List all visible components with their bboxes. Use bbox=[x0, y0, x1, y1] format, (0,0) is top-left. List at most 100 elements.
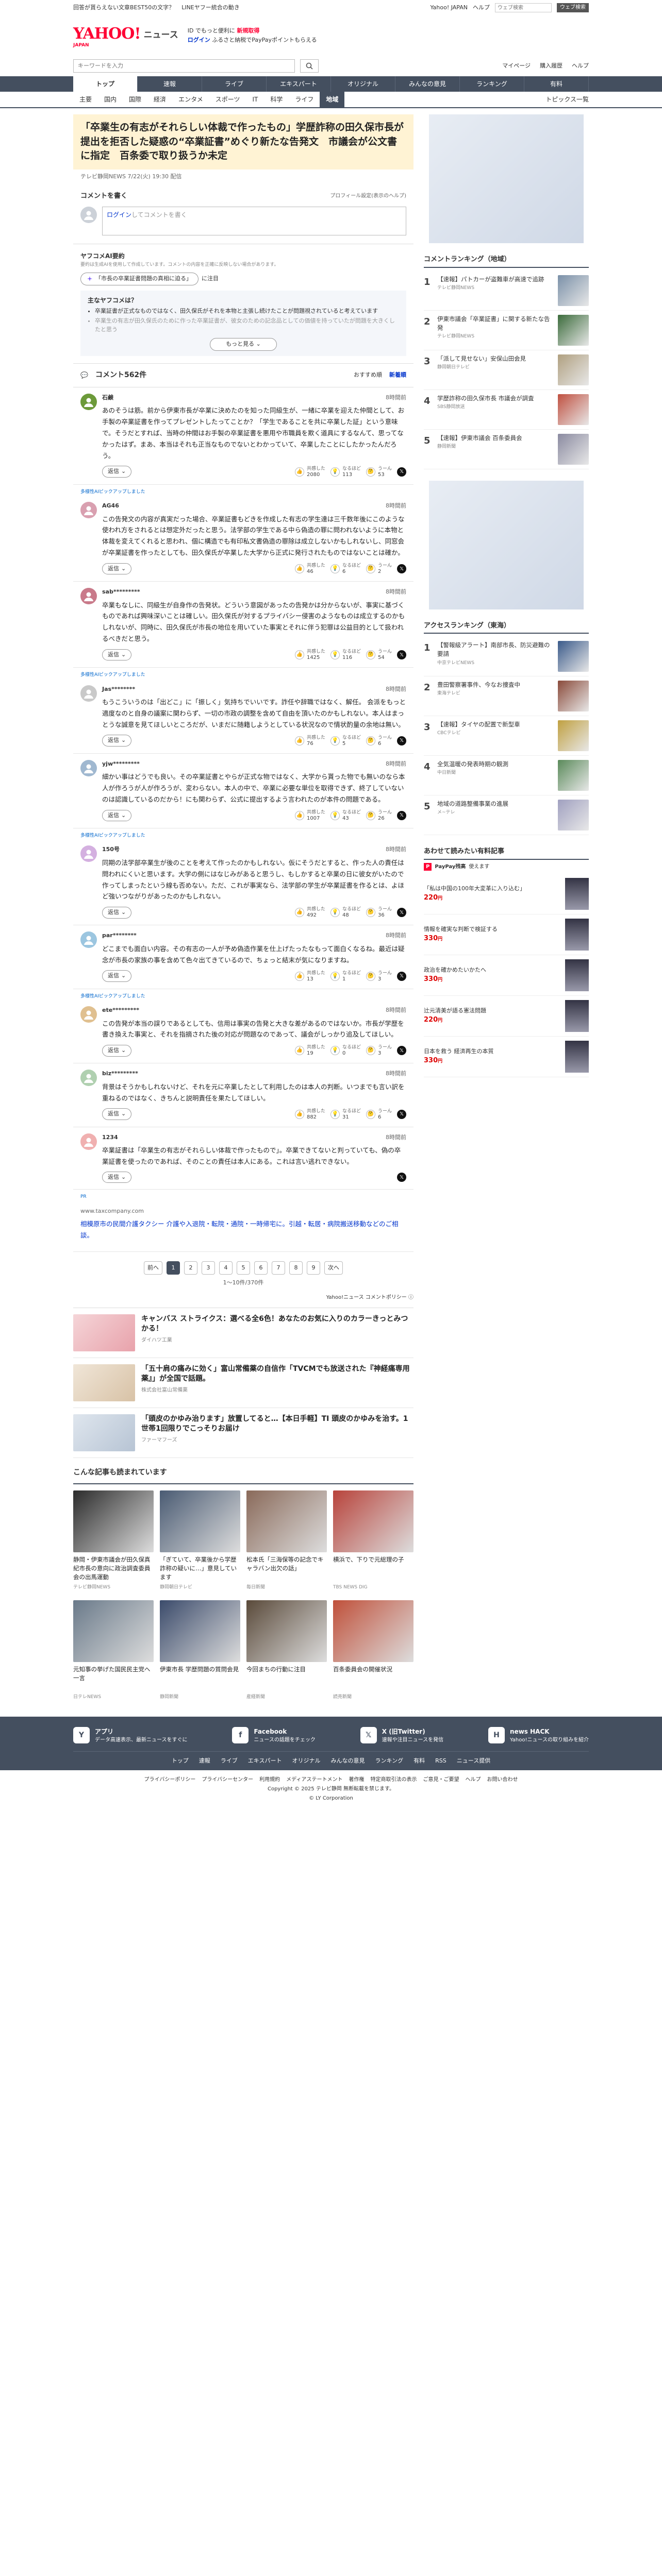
rec-item[interactable]: 元知事の挙げた国民民主党へ一言 日テレNEWS bbox=[73, 1600, 154, 1701]
comment-policy-link[interactable]: Yahoo!ニュース コメントポリシー ⓘ bbox=[73, 1287, 413, 1308]
footer-nav-item[interactable]: エキスパート bbox=[248, 1757, 282, 1766]
reaction-3[interactable]: 🤔 うーん 54 bbox=[366, 649, 392, 661]
footer-nav-item[interactable]: ランキング bbox=[375, 1757, 403, 1766]
pager-page[interactable]: 9 bbox=[307, 1261, 320, 1275]
side-ad[interactable] bbox=[429, 114, 584, 243]
pr-ad-text[interactable]: 相模原市の民間介護タクシー 介護や入退院・転院・通院・一時帰宅に。引越・転居・病… bbox=[80, 1218, 406, 1241]
sort-newest[interactable]: 新着順 bbox=[389, 371, 406, 380]
reaction-1[interactable]: 👍 共感した 19 bbox=[294, 1044, 325, 1057]
paid-article[interactable]: 「私は中国の100年大変革に入り込む」 220円 bbox=[424, 874, 589, 914]
reaction-3[interactable]: 🤔 うーん 6 bbox=[366, 735, 392, 747]
reaction-2[interactable]: 💡 なるほど 6 bbox=[330, 563, 361, 575]
pager-page[interactable]: 3 bbox=[202, 1261, 215, 1275]
reaction-2[interactable]: 💡 なるほど 5 bbox=[330, 735, 361, 747]
commenter-avatar[interactable] bbox=[80, 588, 97, 605]
reaction-3[interactable]: 🤔 うーん 26 bbox=[366, 809, 392, 822]
comment-login-link[interactable]: ログイン bbox=[107, 211, 131, 218]
cat-it[interactable]: IT bbox=[246, 92, 264, 107]
footer-app[interactable]: f Facebook ニュースの話題をチェック bbox=[232, 1727, 316, 1744]
footer-nav-item[interactable]: ニュース提供 bbox=[457, 1757, 490, 1766]
footer-link[interactable]: 特定商取引法の表示 bbox=[370, 1775, 417, 1785]
x-share-icon[interactable]: 𝕏 bbox=[397, 971, 406, 981]
commenter-name[interactable]: sab********* bbox=[102, 588, 140, 595]
pager-page[interactable]: 7 bbox=[272, 1261, 285, 1275]
gnav-top[interactable]: トップ bbox=[73, 76, 138, 92]
pr-ad-url[interactable]: www.taxcompany.com bbox=[80, 1207, 144, 1216]
commenter-avatar[interactable] bbox=[80, 685, 97, 702]
gnav-opinion[interactable]: みんなの意見 bbox=[395, 76, 460, 92]
commenter-avatar[interactable] bbox=[80, 759, 97, 776]
x-share-icon[interactable]: 𝕏 bbox=[397, 1173, 406, 1182]
reaction-2[interactable]: 💡 なるほど 43 bbox=[330, 809, 361, 822]
reaction-1[interactable]: 👍 共感した 2080 bbox=[294, 466, 325, 478]
rec-item[interactable]: 百条委員会の開催状況 読売新聞 bbox=[333, 1600, 413, 1701]
cat-sports[interactable]: スポーツ bbox=[209, 92, 246, 107]
rec-item[interactable]: 横浜で、下りで元総理の子 TBS NEWS DIG bbox=[333, 1490, 413, 1591]
footer-nav-item[interactable]: みんなの意見 bbox=[330, 1757, 365, 1766]
commenter-name[interactable]: biz********* bbox=[102, 1070, 138, 1077]
topics-list-link[interactable]: トピックス一覧 bbox=[545, 95, 589, 104]
reply-button[interactable]: 返信 ⌄ bbox=[102, 809, 132, 822]
x-share-icon[interactable]: 𝕏 bbox=[397, 564, 406, 574]
commenter-name[interactable]: 石鹸 bbox=[102, 394, 113, 401]
x-share-icon[interactable]: 𝕏 bbox=[397, 1109, 406, 1119]
news-search-input[interactable] bbox=[73, 59, 295, 73]
commenter-avatar[interactable] bbox=[80, 393, 97, 410]
x-share-icon[interactable]: 𝕏 bbox=[397, 1046, 406, 1056]
side-ad[interactable] bbox=[429, 480, 584, 609]
ranking-item[interactable]: 3 【速報】タイヤの配置で新型車 CBCテレビ bbox=[424, 716, 589, 756]
commenter-name[interactable]: AG46 bbox=[102, 502, 119, 509]
rec-item[interactable]: 今回まちの行動に注目 産経新聞 bbox=[246, 1600, 327, 1701]
history-link[interactable]: 購入履歴 bbox=[540, 62, 562, 71]
reply-button[interactable]: 返信 ⌄ bbox=[102, 735, 132, 747]
reaction-3[interactable]: 🤔 うーん 3 bbox=[366, 970, 392, 982]
x-share-icon[interactable]: 𝕏 bbox=[397, 467, 406, 477]
reaction-2[interactable]: 💡 なるほど 116 bbox=[330, 649, 361, 661]
reaction-2[interactable]: 💡 なるほど 113 bbox=[330, 466, 361, 478]
gnav-breaking[interactable]: 速報 bbox=[138, 76, 202, 92]
article-title[interactable]: 「卒業生の有志がそれらしい体裁で作ったもの」学歴詐称の田久保市長が提出を拒否した… bbox=[73, 114, 413, 170]
footer-app[interactable]: Hnews HACK Yahoo!ニュースの取り組みを紹介 bbox=[488, 1727, 589, 1744]
reaction-3[interactable]: 🤔 うーん 36 bbox=[366, 906, 392, 919]
ad-item[interactable]: キャンバス ストライクス：選べる全6色！あなたのお気に入りのカラーきっとみつかる… bbox=[73, 1308, 413, 1358]
reply-button[interactable]: 返信 ⌄ bbox=[102, 1045, 132, 1057]
reaction-1[interactable]: 👍 共感した 13 bbox=[294, 970, 325, 982]
footer-app[interactable]: 𝕏 X (旧Twitter) 速報や注目ニュースを発信 bbox=[360, 1727, 443, 1744]
ranking-item[interactable]: 1 【警報級アラート】南部市長、防災避難の要請 中京テレビNEWS bbox=[424, 637, 589, 676]
cat-life[interactable]: ライフ bbox=[289, 92, 320, 107]
reply-button[interactable]: 返信 ⌄ bbox=[102, 970, 132, 982]
search-help-link[interactable]: ヘルプ bbox=[572, 62, 589, 71]
web-search-input[interactable] bbox=[495, 3, 552, 12]
x-share-icon[interactable]: 𝕏 bbox=[397, 810, 406, 820]
footer-link[interactable]: 著作権 bbox=[349, 1775, 364, 1785]
mypage-link[interactable]: マイページ bbox=[502, 62, 531, 71]
footer-nav-item[interactable]: 有料 bbox=[413, 1757, 425, 1766]
ranking-item[interactable]: 3 「派して見せない」安保山田会見 静岡朝日テレビ bbox=[424, 350, 589, 390]
pager-page[interactable]: 6 bbox=[254, 1261, 268, 1275]
reaction-3[interactable]: 🤔 うーん 3 bbox=[366, 1044, 392, 1057]
reply-button[interactable]: 返信 ⌄ bbox=[102, 907, 132, 919]
commenter-name[interactable]: par******** bbox=[102, 932, 137, 939]
pager-page[interactable]: 8 bbox=[289, 1261, 303, 1275]
cat-world[interactable]: 国際 bbox=[123, 92, 147, 107]
help-link[interactable]: ヘルプ bbox=[473, 4, 490, 12]
pager-page[interactable]: 2 bbox=[184, 1261, 197, 1275]
ranking-item[interactable]: 5 【速報】伊東市議会 百条委員会 静岡新聞 bbox=[424, 430, 589, 469]
gnav-expert[interactable]: エキスパート bbox=[267, 76, 331, 92]
commenter-name[interactable]: Jas******** bbox=[102, 686, 135, 692]
footer-link[interactable]: プライバシーセンター bbox=[202, 1775, 253, 1785]
rec-item[interactable]: 伊東市長 学歴問題の質問会見 静岡新聞 bbox=[160, 1600, 240, 1701]
cat-main[interactable]: 主要 bbox=[73, 92, 98, 107]
footer-link[interactable]: お問い合わせ bbox=[487, 1775, 518, 1785]
signup-link[interactable]: 新規取得 bbox=[237, 27, 259, 34]
ranking-item[interactable]: 4 学歴詐称の田久保市長 市議会が調査 SBS静岡放送 bbox=[424, 390, 589, 430]
rec-item[interactable]: 「ぎていて、卒業後から学歴詐称の疑いに…」意見しています 静岡朝日テレビ bbox=[160, 1490, 240, 1591]
yahoo-japan-link[interactable]: Yahoo! JAPAN bbox=[430, 4, 468, 12]
reaction-1[interactable]: 👍 共感した 46 bbox=[294, 563, 325, 575]
web-search-button[interactable]: ウェブ検索 bbox=[557, 3, 589, 12]
reaction-2[interactable]: 💡 なるほど 0 bbox=[330, 1044, 361, 1057]
reply-button[interactable]: 返信 ⌄ bbox=[102, 1171, 132, 1183]
footer-app[interactable]: Y アプリ データ高速表示、最新ニュースをすぐに bbox=[73, 1727, 188, 1744]
reply-button[interactable]: 返信 ⌄ bbox=[102, 649, 132, 661]
profile-settings-link[interactable]: プロフィール設定(表示のヘルプ) bbox=[330, 192, 406, 200]
